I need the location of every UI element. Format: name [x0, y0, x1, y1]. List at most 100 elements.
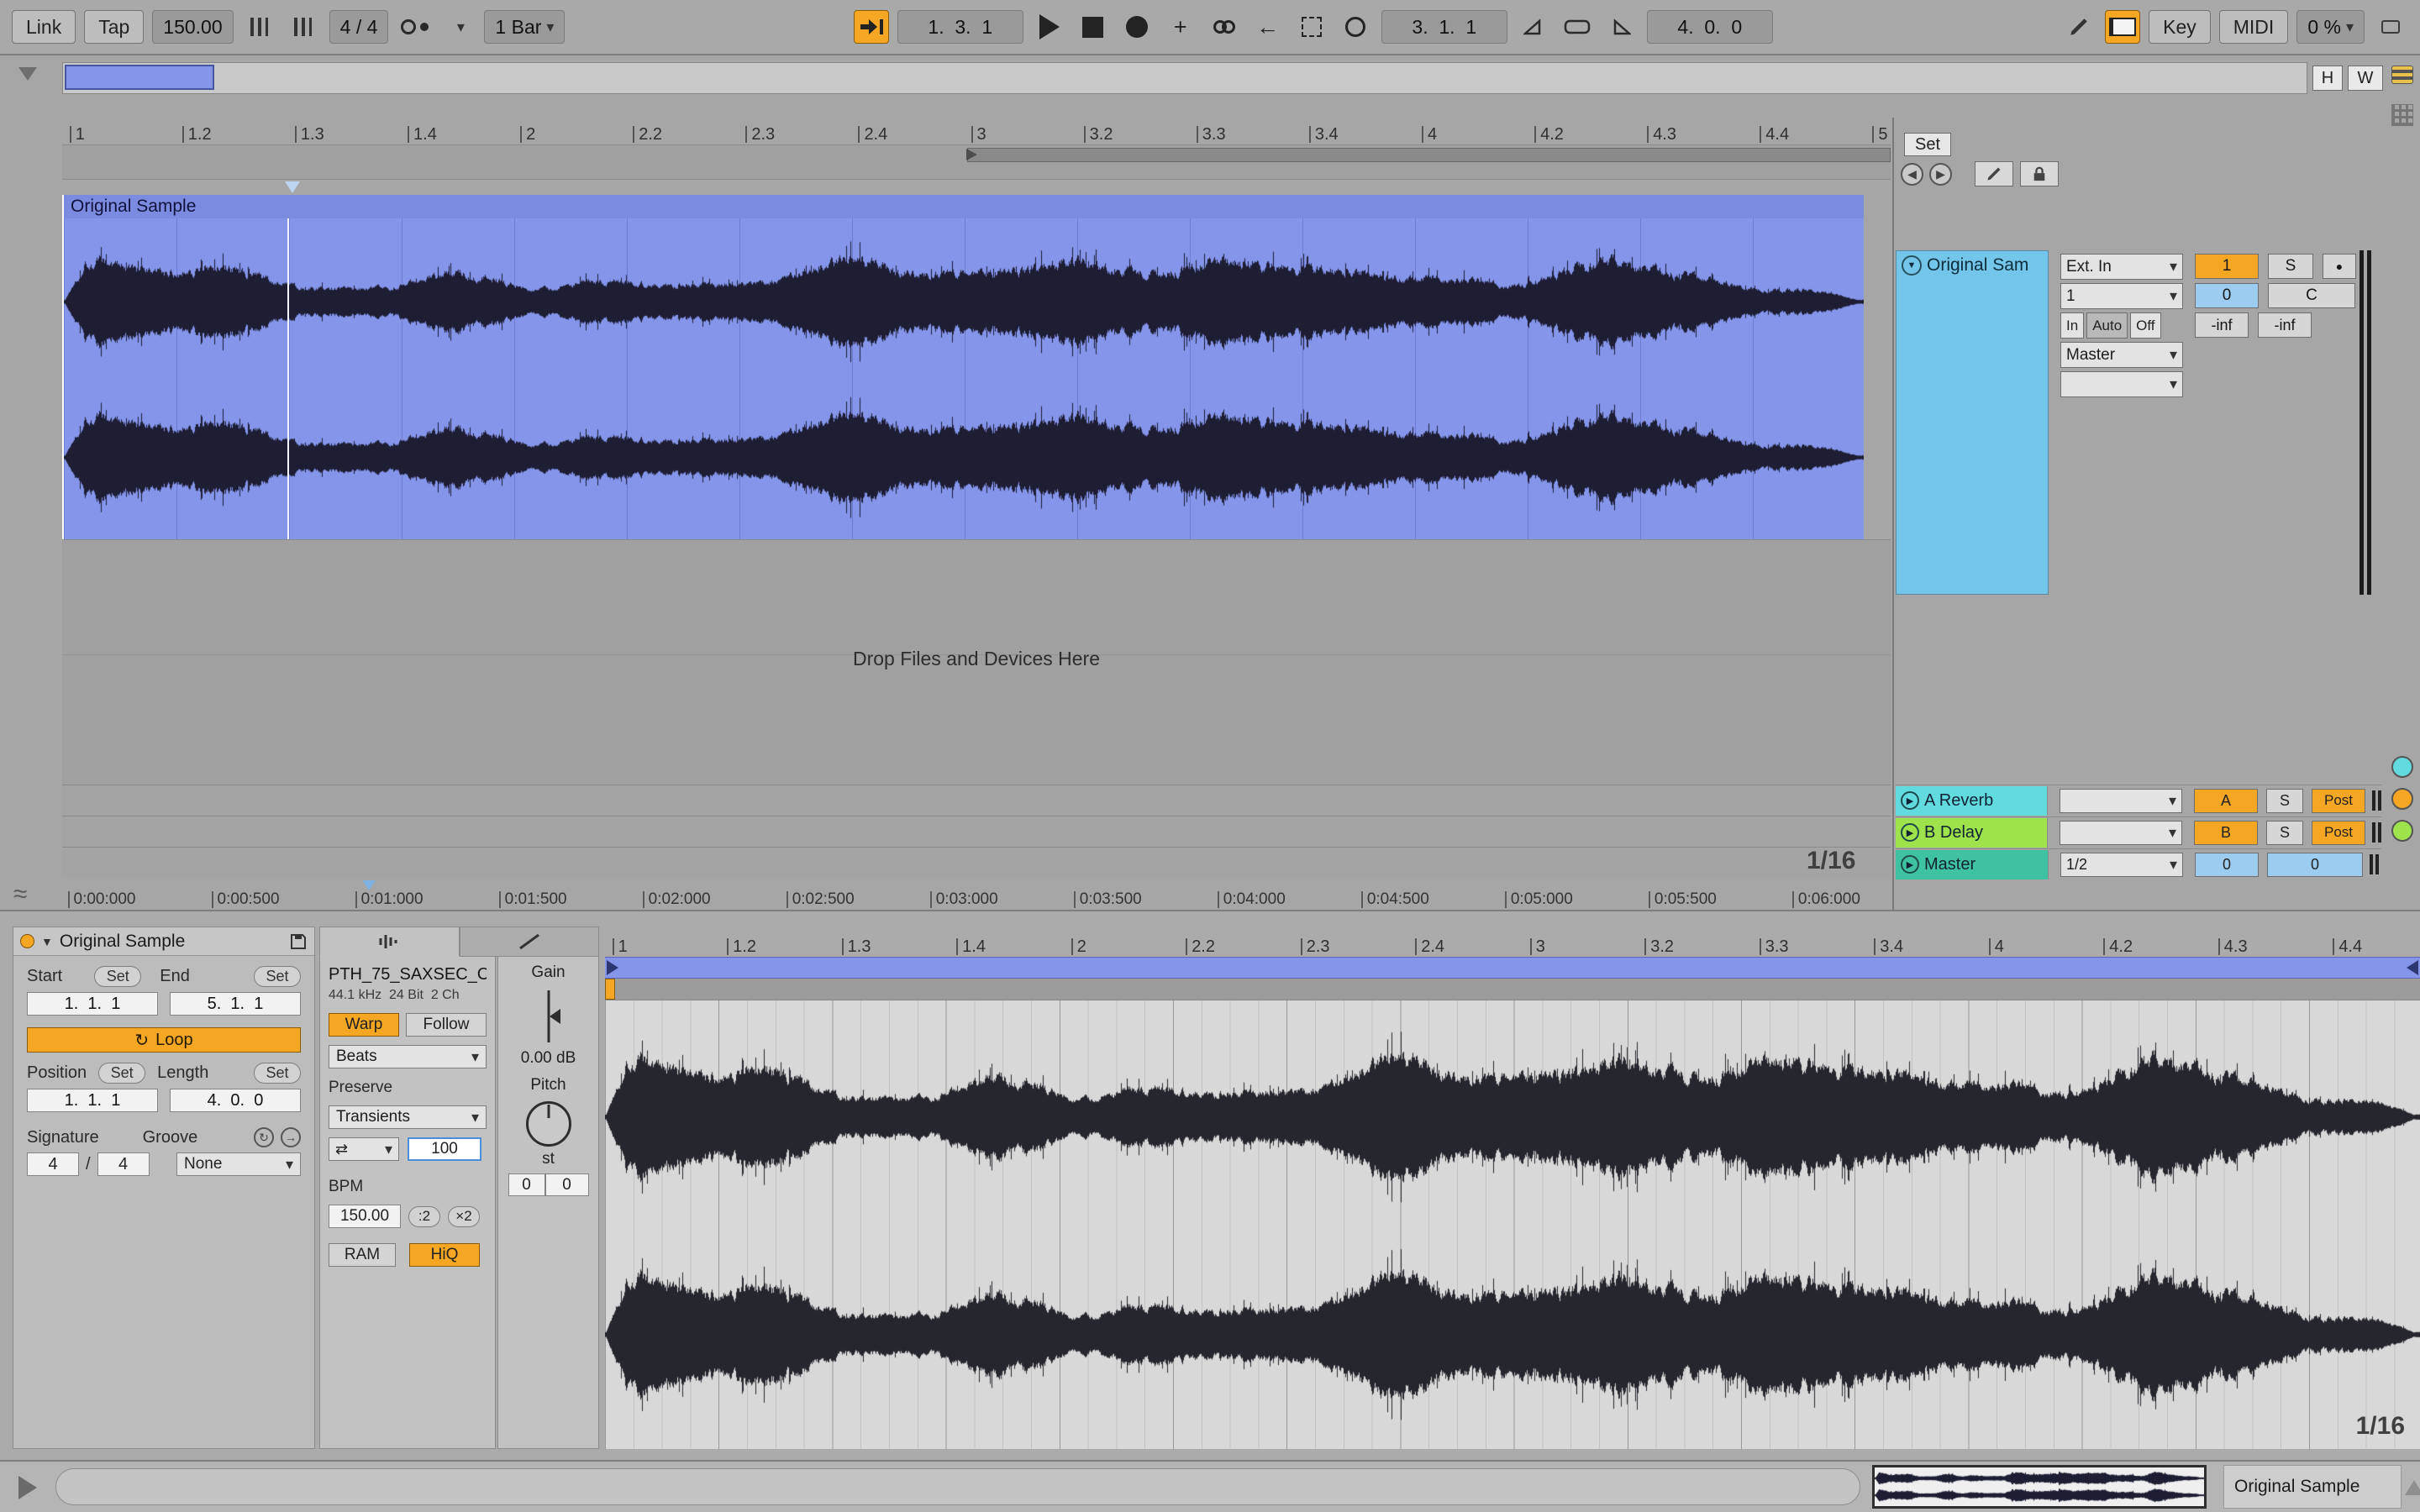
optimize-height-button[interactable]: H [2312, 66, 2343, 91]
lock-envelopes-button[interactable] [2020, 161, 2059, 186]
sample-overview-thumbnail[interactable] [1872, 1465, 2207, 1509]
beat-time-ruler[interactable]: 11.21.31.422.22.32.433.23.33.444.24.34.4… [62, 118, 1891, 144]
fader-thumb-icon[interactable] [550, 1009, 560, 1024]
set-length-button[interactable]: Set [254, 1063, 301, 1084]
tempo-field[interactable]: 150.00 [152, 10, 233, 44]
groove-extract-icon[interactable]: → [281, 1127, 301, 1147]
monitor-auto-button[interactable]: Auto [2086, 312, 2128, 339]
computer-midi-keyboard-button[interactable] [2105, 10, 2140, 44]
hamburger-menu-icon[interactable] [2391, 66, 2413, 84]
warp-toggle-button[interactable]: Warp [329, 1013, 399, 1037]
arrangement-overview[interactable] [62, 62, 2307, 94]
return-a-activator[interactable]: A [2194, 789, 2258, 813]
groove-menu[interactable]: None▾ [176, 1152, 301, 1176]
cpu-meter[interactable]: 0 %▾ [2296, 10, 2365, 44]
tab-envelopes[interactable] [460, 927, 600, 957]
input-channel-menu[interactable]: 1▾ [2060, 283, 2183, 309]
mixer-grid-icon[interactable] [2391, 104, 2413, 126]
output-type-menu[interactable]: Master▾ [2060, 342, 2183, 368]
sample-loop-brace[interactable] [605, 957, 2420, 979]
show-returns-toggle-icon[interactable] [2391, 788, 2413, 810]
prev-locator-button[interactable]: ◀ [1901, 163, 1923, 186]
loop-toggle-button[interactable]: ↻Loop [27, 1027, 301, 1053]
show-io-toggle-icon[interactable] [2391, 756, 2413, 778]
clip-start-field[interactable]: 1. 1. 1 [27, 992, 158, 1016]
sample-beat-ruler[interactable]: 11.21.31.422.22.32.433.23.33.444.24.34.4 [605, 932, 2420, 957]
return-a-solo[interactable]: S [2266, 789, 2303, 813]
overdub-button[interactable]: + [1163, 10, 1198, 44]
draw-mode-button[interactable] [2061, 10, 2096, 44]
return-b-header[interactable]: ▶B Delay [1896, 818, 2048, 848]
return-a-header[interactable]: ▶A Reverb [1896, 786, 2048, 816]
arrangement-position-field[interactable]: 1. 3. 1 [897, 10, 1023, 44]
tab-sample[interactable] [319, 927, 460, 957]
midi-map-button[interactable]: MIDI [2219, 10, 2289, 44]
input-type-menu[interactable]: Ext. In▾ [2060, 254, 2183, 280]
clip-title-bar[interactable]: Original Sample [64, 195, 1864, 218]
back-to-arrangement-button[interactable]: ← [1250, 10, 1286, 44]
capture-button[interactable] [1294, 10, 1329, 44]
set-locator-button[interactable]: Set [1904, 133, 1951, 156]
metronome-button[interactable] [397, 10, 432, 44]
cue-out-menu[interactable]: 1/2▾ [2060, 853, 2183, 877]
loop-position-field[interactable]: 1. 1. 1 [27, 1089, 158, 1112]
return-lane-b[interactable] [62, 816, 1891, 847]
next-locator-button[interactable]: ▶ [1929, 163, 1952, 186]
transient-loop-mode-menu[interactable]: ⇄▾ [329, 1137, 399, 1161]
play-button[interactable] [1032, 10, 1067, 44]
warp-marker-strip[interactable] [605, 979, 2420, 1000]
time-ruler[interactable]: 0:00:0000:00:5000:01:0000:01:5000:02:000… [62, 883, 1891, 910]
track-activator-button[interactable]: 1 [2195, 254, 2259, 279]
follow-tempo-button[interactable]: Follow [406, 1013, 487, 1037]
nudge-up-button[interactable] [286, 10, 321, 44]
scrub-area[interactable] [62, 144, 1891, 180]
gain-fader[interactable] [498, 989, 598, 1044]
transient-envelope-field[interactable]: 100 [408, 1137, 481, 1161]
track-header[interactable]: ▼Original Sam [1896, 250, 2049, 595]
send-knob-value[interactable]: 0 [2195, 283, 2259, 308]
overview-zoom-window[interactable] [65, 65, 214, 90]
signature-denominator-field[interactable]: 4 [97, 1152, 150, 1176]
time-signature-field[interactable]: 4 / 4 [329, 10, 389, 44]
segment-bpm-field[interactable]: 150.00 [329, 1205, 401, 1228]
pitch-cents-field[interactable]: 0 [545, 1173, 589, 1196]
half-tempo-button[interactable]: :2 [408, 1206, 440, 1227]
return-lane-a[interactable] [62, 785, 1891, 816]
master-lane[interactable] [62, 847, 1891, 878]
arrangement-loop-brace[interactable] [967, 148, 1891, 162]
preview-play-icon[interactable] [18, 1476, 37, 1499]
monitor-off-button[interactable]: Off [2130, 312, 2160, 339]
signature-numerator-field[interactable]: 4 [27, 1152, 79, 1176]
loop-length-field[interactable]: 4. 0. 0 [1647, 10, 1773, 44]
loop-start-field[interactable]: 3. 1. 1 [1381, 10, 1507, 44]
master-volume-value[interactable]: 0 [2195, 853, 2259, 877]
sample-waveform-area[interactable]: 1/16 [605, 1000, 2420, 1449]
warp-mode-menu[interactable]: Beats▾ [329, 1045, 487, 1068]
return-b-name[interactable]: B Delay [1924, 823, 1983, 843]
return-a-name[interactable]: A Reverb [1924, 791, 1993, 811]
output-channel-menu[interactable]: ▾ [2060, 371, 2183, 397]
cue-volume-value[interactable]: 0 [2267, 853, 2363, 877]
chevron-down-icon[interactable]: ▼ [41, 935, 53, 948]
record-button[interactable] [1119, 10, 1155, 44]
track-name[interactable]: Original Sam [1927, 255, 2028, 275]
pitch-knob[interactable] [526, 1101, 571, 1147]
clip-name[interactable]: Original Sample [60, 932, 282, 952]
set-start-button[interactable]: Set [94, 966, 141, 987]
key-map-button[interactable]: Key [2149, 10, 2211, 44]
clip-end-field[interactable]: 5. 1. 1 [170, 992, 301, 1016]
nudge-down-button[interactable] [242, 10, 277, 44]
draw-automation-button[interactable] [1975, 161, 2013, 186]
pan-knob-value[interactable]: C [2268, 283, 2355, 308]
scroll-wave-icon[interactable]: ≈ [13, 880, 27, 909]
hiq-mode-button[interactable]: HiQ [409, 1243, 480, 1267]
session-record-button[interactable] [1338, 10, 1373, 44]
automation-arm-button[interactable] [1207, 10, 1242, 44]
loop-length-field[interactable]: 4. 0. 0 [170, 1089, 301, 1112]
return-a-pre-post-toggle[interactable]: Post [2312, 789, 2365, 813]
return-b-pre-post-toggle[interactable]: Post [2312, 821, 2365, 845]
loop-switch-button[interactable] [1560, 10, 1595, 44]
link-button[interactable]: Link [12, 10, 76, 44]
groove-commit-icon[interactable]: ↻ [254, 1127, 274, 1147]
preserve-menu[interactable]: Transients▾ [329, 1105, 487, 1129]
